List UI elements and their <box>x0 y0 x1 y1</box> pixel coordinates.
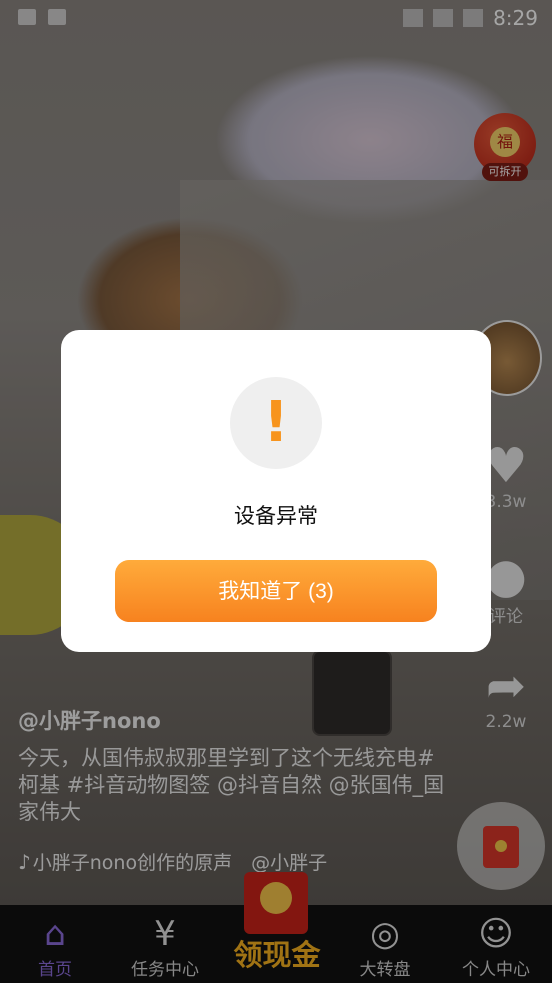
acknowledge-button[interactable]: 我知道了 (3) <box>115 560 437 622</box>
alert-dialog: ! 设备异常 我知道了 (3) <box>61 330 491 652</box>
dialog-title: 设备异常 <box>234 504 318 528</box>
warning-icon: ! <box>230 377 322 469</box>
